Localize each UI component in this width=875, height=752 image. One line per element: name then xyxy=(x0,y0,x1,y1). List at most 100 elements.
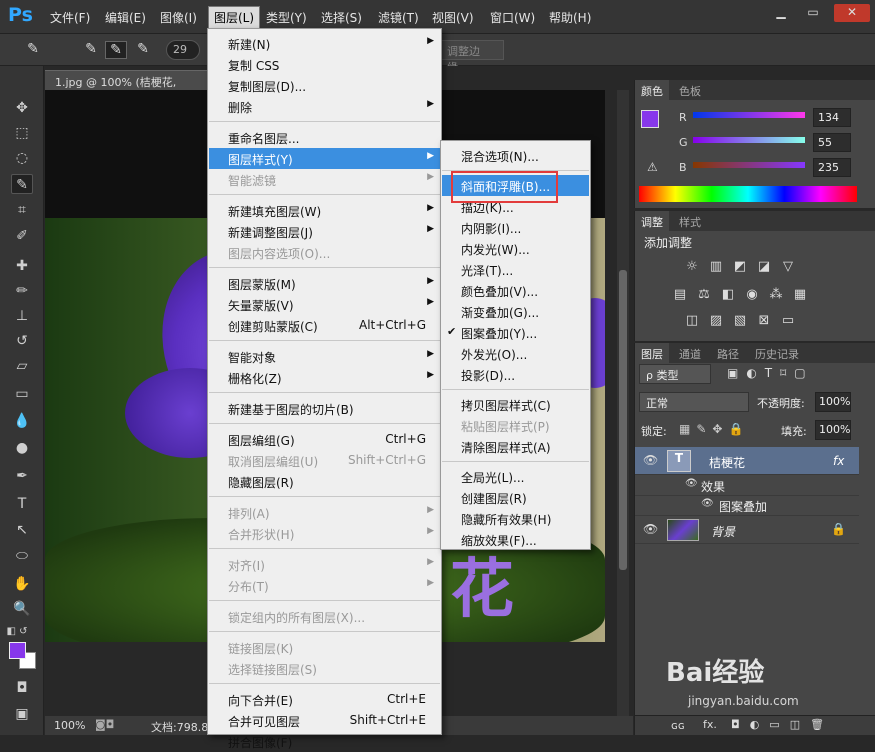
fx-icon[interactable]: fx xyxy=(833,454,844,468)
menu-7[interactable]: 视图(V) xyxy=(428,8,478,27)
refine-edge-button[interactable]: 调整边缘... xyxy=(440,40,504,74)
menu-1[interactable]: 编辑(E) xyxy=(101,8,150,27)
style-submenu-item[interactable]: 混合选项(N)... xyxy=(442,145,589,166)
document-tab[interactable]: 1.jpg @ 100% (桔梗花, RGB/ xyxy=(45,70,210,103)
layer-menu-item[interactable]: 新建基于图层的切片(B) xyxy=(209,398,440,419)
layer-filter-select[interactable]: ρ 类型 xyxy=(639,364,711,384)
threshold-icon[interactable]: ▧ xyxy=(731,313,749,329)
blend-mode-select[interactable]: 正常 xyxy=(639,392,749,412)
layer-menu-item[interactable]: 隐藏图层(R) xyxy=(209,471,440,492)
layer-menu-item[interactable]: 新建调整图层(J) ▶ xyxy=(209,221,440,242)
blur-tool-icon[interactable]: 💧 xyxy=(11,411,33,431)
lasso-tool-icon[interactable]: ◌ xyxy=(11,148,33,168)
layer-row-text[interactable]: 👁 T 桔梗花 fx xyxy=(635,447,859,475)
vibrance-icon[interactable]: ▽ xyxy=(779,259,797,275)
layer-menu-item[interactable]: 复制图层(D)... xyxy=(209,75,440,96)
color-spectrum[interactable] xyxy=(639,186,857,202)
tab-color[interactable]: 颜色 xyxy=(635,80,669,100)
minimize-icon[interactable]: ▁ xyxy=(768,4,794,22)
menu-4[interactable]: 类型(Y) xyxy=(262,8,311,27)
style-submenu-item[interactable]: 渐变叠加(G)... xyxy=(442,301,589,322)
channel-mixer-icon[interactable]: ⁂ xyxy=(767,287,785,303)
layer-menu-item[interactable]: 智能对象 ▶ xyxy=(209,346,440,367)
maximize-icon[interactable]: ▭ xyxy=(800,4,826,22)
quick-selection-tool-icon[interactable]: ✎ xyxy=(11,174,33,194)
hand-tool-icon[interactable]: ✋ xyxy=(11,574,33,594)
menu-0[interactable]: 文件(F) xyxy=(46,8,94,27)
history-brush-icon[interactable]: ↺ xyxy=(11,331,33,351)
tab-styles[interactable]: 样式 xyxy=(679,214,701,230)
warning-icon[interactable]: ⚠ xyxy=(647,160,658,174)
type-tool-icon[interactable]: T xyxy=(11,494,33,514)
pen-tool-icon[interactable]: ✒ xyxy=(11,466,33,486)
selective-color-icon[interactable]: ⊠ xyxy=(755,313,773,329)
lock-icons[interactable]: ▦✎✥🔒 xyxy=(679,422,749,436)
close-icon[interactable]: ✕ xyxy=(834,4,870,22)
healing-brush-icon[interactable]: ✚ xyxy=(11,256,33,276)
clone-stamp-icon[interactable]: ⊥ xyxy=(11,306,33,326)
layer-row-background[interactable]: 👁 背景 🔒 xyxy=(635,516,859,544)
visibility-eye-icon[interactable]: 👁 xyxy=(701,498,714,509)
layer-menu-item[interactable]: 拼合图像(F) xyxy=(209,731,440,752)
tab-channels[interactable]: 通道 xyxy=(679,346,701,362)
path-selection-icon[interactable]: ↖ xyxy=(11,520,33,540)
style-submenu-item[interactable]: 外发光(O)... xyxy=(442,343,589,364)
add-style-icon[interactable]: fx. xyxy=(703,718,717,731)
black-white-icon[interactable]: ◧ xyxy=(719,287,737,303)
tab-adjustments[interactable]: 调整 xyxy=(635,211,669,231)
layer-menu-item[interactable]: 删除 ▶ xyxy=(209,96,440,117)
style-submenu-item[interactable]: 全局光(L)... xyxy=(442,466,589,487)
style-submenu-item[interactable]: 隐藏所有效果(H) xyxy=(442,508,589,529)
effect-pattern-overlay-row[interactable]: 👁 图案叠加 xyxy=(635,496,859,516)
layer-menu-item[interactable]: 新建填充图层(W) ▶ xyxy=(209,200,440,221)
subtract-selection-icon[interactable]: ✎ xyxy=(132,41,154,59)
layer-menu-item[interactable]: 图层样式(Y) ▶ xyxy=(209,148,440,169)
layer-menu-item[interactable]: 合并可见图层 Shift+Ctrl+E xyxy=(209,710,440,731)
layer-menu-item[interactable]: 创建剪贴蒙版(C) Alt+Ctrl+G xyxy=(209,315,440,336)
add-selection-icon[interactable]: ✎ xyxy=(105,41,127,59)
layer-menu-item[interactable]: 图层蒙版(M) ▶ xyxy=(209,273,440,294)
menu-2[interactable]: 图像(I) xyxy=(156,8,201,27)
g-value-input[interactable]: 55 xyxy=(813,133,851,152)
menu-9[interactable]: 帮助(H) xyxy=(545,8,595,27)
style-submenu-item[interactable]: 光泽(T)... xyxy=(442,259,589,280)
layer-menu-item[interactable]: 栅格化(Z) ▶ xyxy=(209,367,440,388)
layer-name[interactable]: 背景 xyxy=(711,523,735,540)
menu-3[interactable]: 图层(L) xyxy=(208,6,261,29)
marquee-tool-icon[interactable]: ⬚ xyxy=(11,123,33,143)
brightness-icon[interactable]: ☼ xyxy=(683,259,701,275)
r-slider[interactable] xyxy=(693,112,805,118)
style-submenu-item[interactable]: ✔ 图案叠加(Y)... xyxy=(442,322,589,343)
new-selection-icon[interactable]: ✎ xyxy=(80,41,102,59)
color-balance-icon[interactable]: ⚖ xyxy=(695,287,713,303)
link-layers-icon[interactable]: ɢɢ xyxy=(671,719,685,732)
quick-mask-icon[interactable]: ◘ xyxy=(11,678,33,698)
layer-menu-item[interactable]: 重命名图层... xyxy=(209,127,440,148)
shape-tool-icon[interactable]: ⬭ xyxy=(11,546,33,566)
style-submenu-item[interactable]: 创建图层(R) xyxy=(442,487,589,508)
style-submenu-item[interactable]: 颜色叠加(V)... xyxy=(442,280,589,301)
curves-icon[interactable]: ◩ xyxy=(731,259,749,275)
layer-menu-item[interactable]: 新建(N) ▶ xyxy=(209,33,440,54)
zoom-level[interactable]: 100% xyxy=(54,719,85,732)
style-submenu-item[interactable]: 内阴影(I)... xyxy=(442,217,589,238)
visibility-eye-icon[interactable]: 👁 xyxy=(643,522,658,536)
style-submenu-item[interactable]: 内发光(W)... xyxy=(442,238,589,259)
filter-icons[interactable]: ▣◐T⌑▢ xyxy=(727,366,814,380)
brush-size-picker[interactable]: 29 xyxy=(166,40,200,60)
color-lookup-icon[interactable]: ▦ xyxy=(791,287,809,303)
style-submenu-item[interactable]: 清除图层样式(A) xyxy=(442,436,589,457)
g-slider[interactable] xyxy=(693,137,805,143)
fill-input[interactable]: 100% xyxy=(815,420,851,440)
b-value-input[interactable]: 235 xyxy=(813,158,851,177)
scrollbar-thumb[interactable] xyxy=(619,270,627,570)
crop-tool-icon[interactable]: ⌗ xyxy=(11,200,33,220)
tab-paths[interactable]: 路径 xyxy=(717,346,739,362)
menu-6[interactable]: 滤镜(T) xyxy=(374,8,423,27)
style-submenu-item[interactable]: 拷贝图层样式(C) xyxy=(442,394,589,415)
tab-swatches[interactable]: 色板 xyxy=(679,83,701,99)
zoom-tool-icon[interactable]: 🔍 xyxy=(11,599,33,619)
style-submenu-item[interactable]: 投影(D)... xyxy=(442,364,589,385)
menu-8[interactable]: 窗口(W) xyxy=(486,8,539,27)
style-submenu-item[interactable]: 缩放效果(F)... xyxy=(442,529,589,550)
